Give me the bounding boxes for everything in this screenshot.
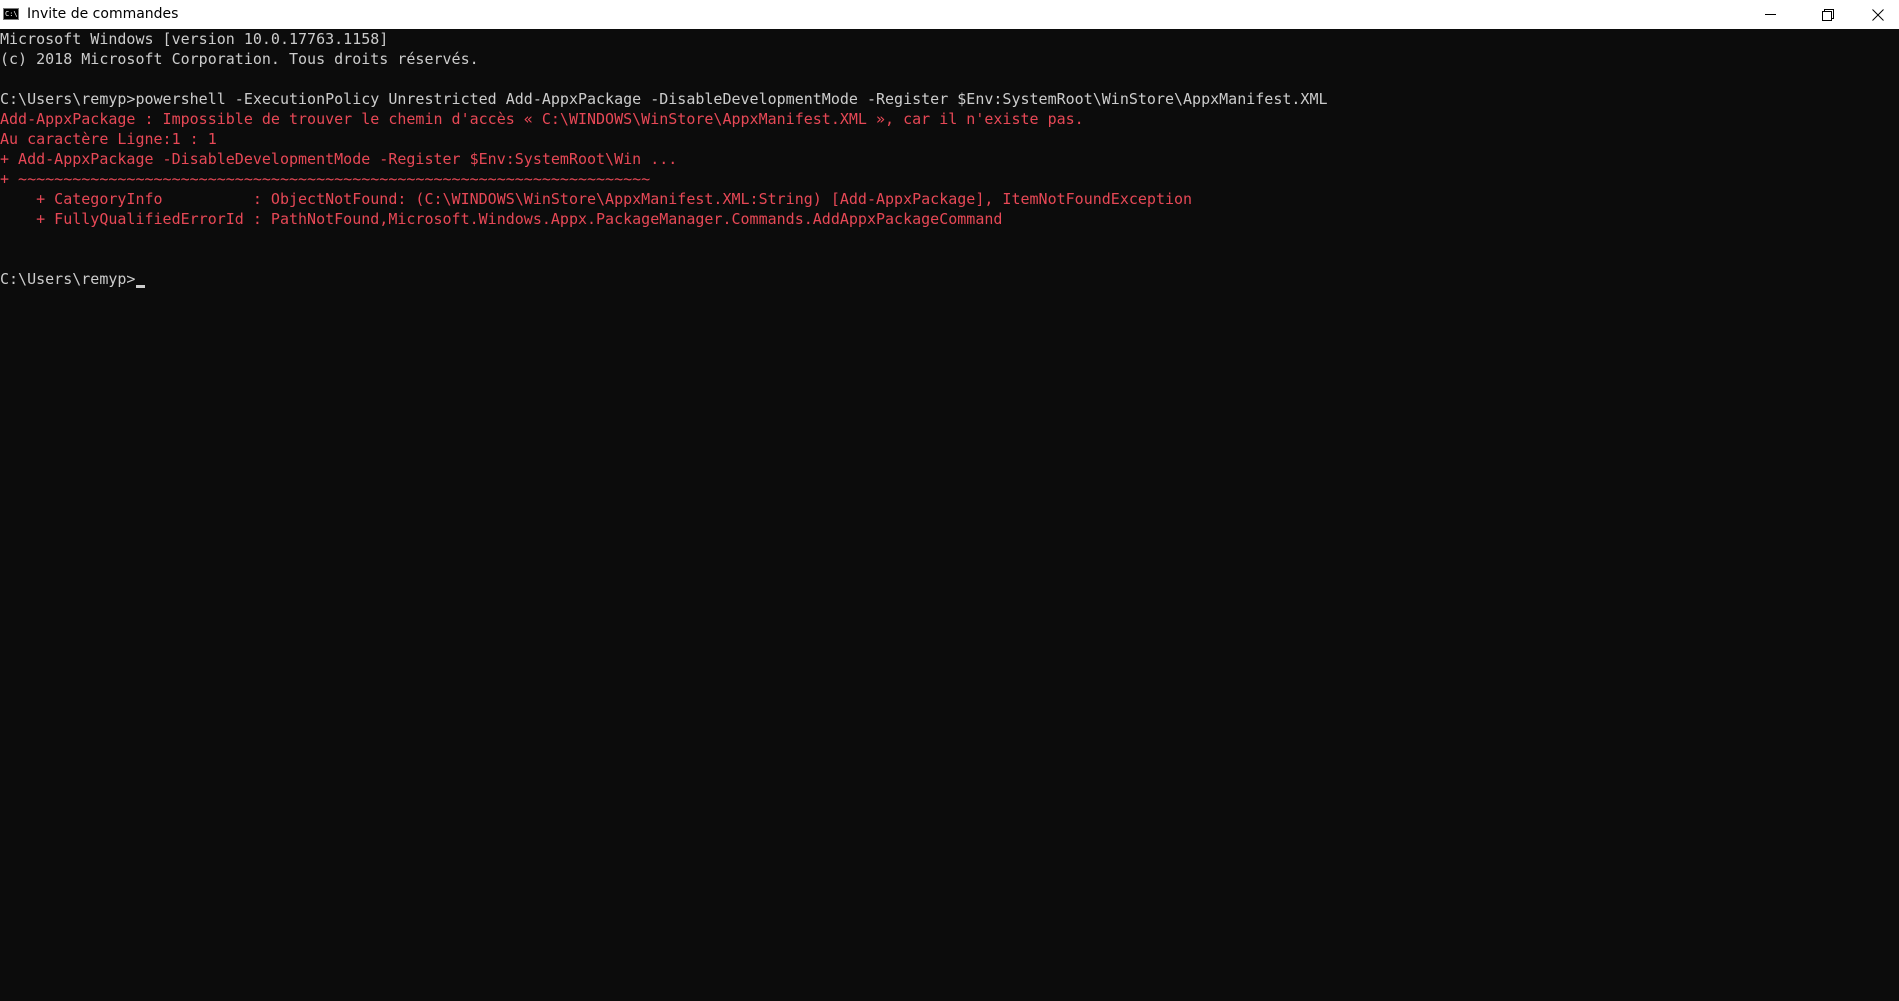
console-line-copyright: (c) 2018 Microsoft Corporation. Tous dro… — [0, 50, 479, 68]
restore-button[interactable] — [1799, 0, 1857, 29]
cmd-icon[interactable]: C:\ — [3, 8, 19, 20]
console-line-command: C:\Users\remyp>powershell -ExecutionPoli… — [0, 90, 1328, 108]
close-button[interactable] — [1857, 0, 1899, 29]
console-error-message: Add-AppxPackage : Impossible de trouver … — [0, 110, 1084, 128]
console-error-position: Au caractère Ligne:1 : 1 — [0, 130, 217, 148]
console-error-underline: + ~~~~~~~~~~~~~~~~~~~~~~~~~~~~~~~~~~~~~~… — [0, 170, 651, 188]
cmd-window: C:\ Invite de commandes Microsoft Window… — [0, 0, 1899, 1001]
minimize-icon — [1764, 14, 1776, 15]
console-output[interactable]: Microsoft Windows [version 10.0.17763.11… — [0, 29, 1899, 1001]
text-cursor — [136, 285, 146, 288]
console-error-command-echo: + Add-AppxPackage -DisableDevelopmentMod… — [0, 150, 678, 168]
title-bar[interactable]: C:\ Invite de commandes — [0, 0, 1899, 29]
minimize-button[interactable] — [1741, 0, 1799, 29]
console-line-version: Microsoft Windows [version 10.0.17763.11… — [0, 30, 389, 48]
console-error-fully-qualified-id: + FullyQualifiedErrorId : PathNotFound,M… — [0, 210, 1003, 228]
restore-icon — [1822, 8, 1834, 21]
window-title: Invite de commandes — [27, 6, 179, 22]
close-icon — [1872, 8, 1884, 21]
console-error-category-info: + CategoryInfo : ObjectNotFound: (C:\WIN… — [0, 190, 1193, 208]
prompt-text: C:\Users\remyp> — [0, 270, 136, 288]
console-prompt-line[interactable]: C:\Users\remyp> — [0, 269, 146, 289]
